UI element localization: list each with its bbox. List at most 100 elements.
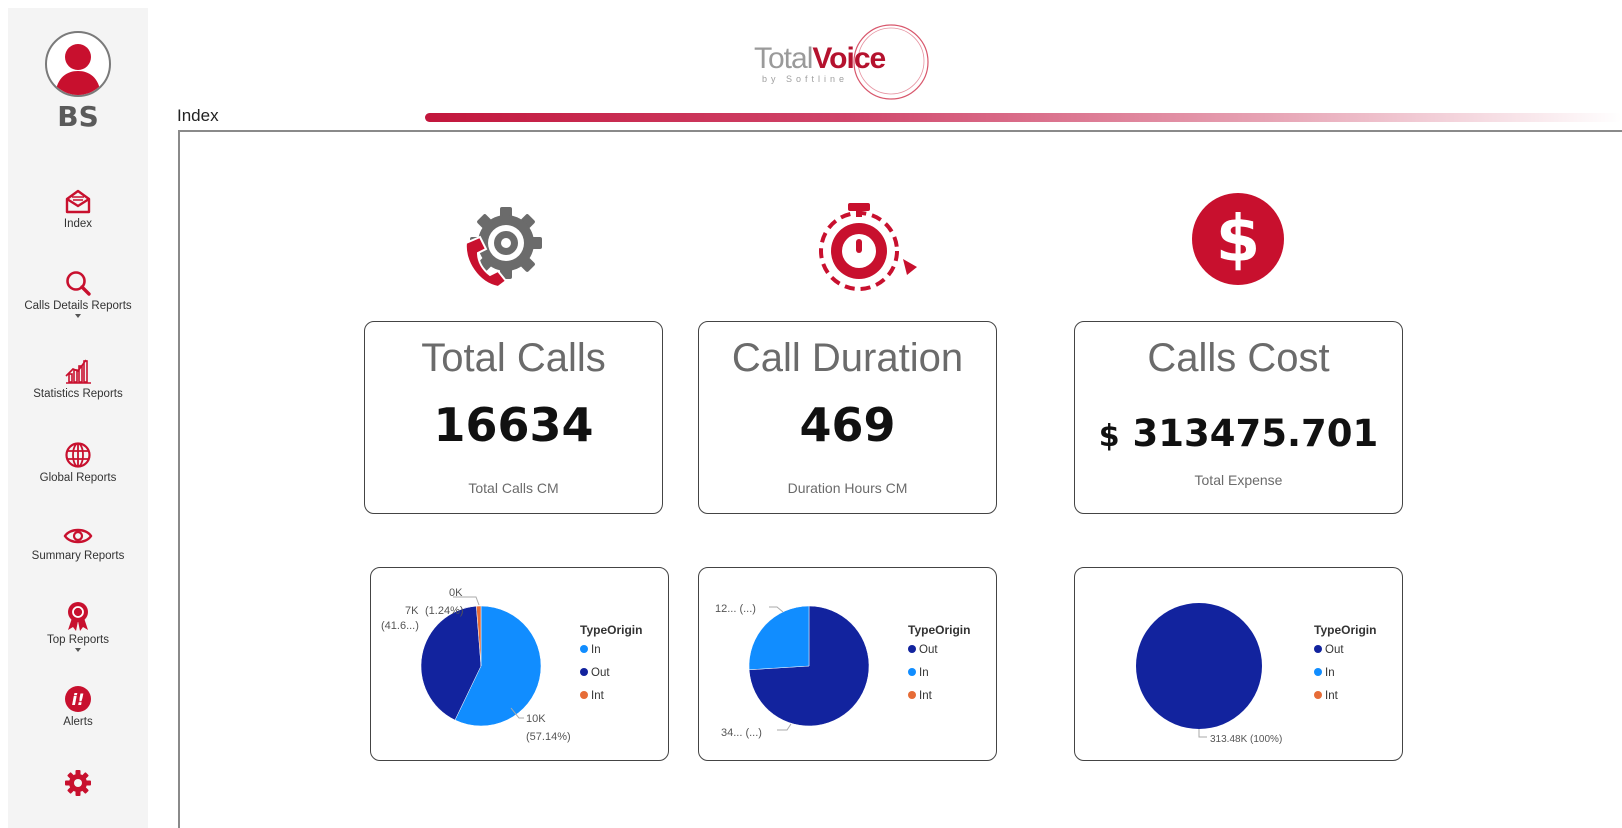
pie-data-label: (1.24%): [425, 605, 464, 617]
pie-data-label: (41.6...): [381, 620, 419, 632]
pie-data-label: 10K: [526, 713, 546, 725]
legend-item-out[interactable]: Out: [580, 666, 642, 689]
brand-logo: TotalVoice by Softline: [750, 24, 935, 100]
legend-label: Int: [1325, 690, 1338, 702]
legend-dot: [1314, 668, 1322, 676]
globe-icon: [65, 442, 91, 468]
kpi-value: $ 313475.701: [1075, 412, 1402, 455]
leader-line: [1198, 729, 1207, 738]
legend-item-int[interactable]: Int: [1314, 689, 1376, 712]
legend-dot: [908, 691, 916, 699]
legend-dot: [908, 668, 916, 676]
alert-info-icon: i!: [65, 686, 91, 712]
legend-label: In: [919, 667, 929, 679]
legend-item-int[interactable]: Int: [580, 689, 642, 712]
pie-data-label: 313.48K (100%): [1210, 734, 1282, 745]
envelope-open-icon: [65, 189, 91, 214]
legend-dot: [580, 645, 588, 653]
pie-slice-out[interactable]: [1136, 603, 1262, 729]
legend-label: In: [1325, 667, 1335, 679]
award-ribbon-icon: [68, 602, 88, 631]
chart-legend: TypeOrigin Out In Int: [908, 623, 970, 712]
eye-icon: [63, 528, 93, 544]
legend-label: Int: [591, 690, 604, 702]
user-initials: BS: [57, 100, 99, 133]
sidebar-item-label: Calls Details Reports: [24, 300, 132, 312]
chevron-down-icon: [75, 648, 81, 652]
sidebar-item-label: Index: [63, 218, 93, 230]
kpi-title: Total Calls: [421, 336, 606, 380]
sidebar-item-settings[interactable]: [8, 768, 148, 798]
pie-data-label: 7K: [405, 605, 419, 617]
sidebar-item-global-reports[interactable]: Global Reports: [8, 440, 148, 484]
legend-title: TypeOrigin: [908, 623, 971, 637]
kpi-value: 16634: [433, 398, 594, 452]
legend-item-in[interactable]: In: [1314, 666, 1376, 689]
kpi-card-calls-cost: Calls Cost $ 313475.701 Total Expense: [1074, 321, 1403, 514]
kpi-amount: 313475.701: [1132, 412, 1379, 455]
sidebar-item-calls-details-reports[interactable]: Calls Details Reports: [8, 268, 148, 318]
pie-slice-in[interactable]: [748, 605, 810, 671]
legend-item-in[interactable]: In: [580, 643, 642, 666]
magnifier-icon: [66, 271, 91, 296]
legend-label: Out: [919, 644, 938, 656]
legend-title: TypeOrigin: [1314, 623, 1377, 637]
leader-line: [769, 606, 784, 613]
sidebar-item-label: Top Reports: [46, 634, 109, 646]
bar-chart-icon: [65, 359, 91, 384]
legend-dot: [580, 691, 588, 699]
leader-line: [777, 723, 792, 731]
pie-chart-cost: 313.48K (100%) TypeOrigin Out In Int: [1074, 567, 1403, 761]
stopwatch-icon: [819, 203, 917, 291]
legend-dot: [580, 668, 588, 676]
legend-dot: [908, 645, 916, 653]
legend-label: Int: [919, 690, 932, 702]
sidebar-item-alerts[interactable]: i! Alerts: [8, 684, 148, 728]
kpi-title: Calls Cost: [1147, 336, 1330, 380]
logo-tagline: by Softline: [762, 74, 849, 84]
legend-title: TypeOrigin: [580, 623, 643, 637]
chevron-down-icon: [75, 314, 81, 318]
legend-label: Out: [1325, 644, 1344, 656]
sidebar-item-label: Global Reports: [39, 472, 117, 484]
pie-data-label: (57.14%): [526, 731, 571, 743]
kpi-subtitle: Total Calls CM: [468, 480, 559, 496]
pie-chart-calls: 0K 7K (1.24%) (41.6...) 10K (57.14%) Typ…: [370, 567, 669, 761]
legend-dot: [1314, 645, 1322, 653]
legend-dot: [1314, 691, 1322, 699]
dollar-coin-icon: $: [1192, 193, 1284, 285]
logo-text-total: Total: [754, 42, 813, 75]
gear-icon: [65, 770, 91, 796]
legend-label: Out: [591, 667, 610, 679]
kpi-title: Call Duration: [731, 336, 964, 380]
chart-legend: TypeOrigin Out In Int: [1314, 623, 1376, 712]
user-avatar[interactable]: [45, 31, 111, 97]
pie-chart-duration: 12... (...) 34... (...) TypeOrigin Out I…: [698, 567, 997, 761]
sidebar-item-statistics-reports[interactable]: Statistics Reports: [8, 356, 148, 400]
logo-text-voice: Voice: [812, 42, 886, 75]
sidebar-item-summary-reports[interactable]: Summary Reports: [8, 524, 148, 562]
chart-legend: TypeOrigin In Out Int: [580, 623, 642, 712]
legend-label: In: [591, 644, 601, 656]
sidebar-item-label: Summary Reports: [31, 550, 125, 562]
currency-symbol: $: [1098, 419, 1120, 454]
legend-item-in[interactable]: In: [908, 666, 970, 689]
sidebar-item-label: Alerts: [63, 716, 93, 728]
sidebar-item-label: Statistics Reports: [33, 388, 123, 400]
kpi-subtitle: Duration Hours CM: [787, 480, 908, 496]
legend-item-int[interactable]: Int: [908, 689, 970, 712]
pie-data-label: 12... (...): [715, 603, 756, 615]
sidebar-item-top-reports[interactable]: Top Reports: [8, 600, 148, 652]
user-avatar-icon: [55, 44, 101, 95]
pie-data-label: 0K: [449, 587, 463, 599]
kpi-card-call-duration: Call Duration 469 Duration Hours CM: [698, 321, 997, 514]
kpi-card-total-calls: Total Calls 16634 Total Calls CM: [364, 321, 663, 514]
page-title: Index: [177, 106, 219, 125]
kpi-subtitle: Total Expense: [1194, 472, 1283, 488]
sidebar-item-index[interactable]: Index: [8, 186, 148, 230]
kpi-value: 469: [799, 398, 896, 452]
svg-text:i!: i!: [72, 690, 85, 709]
pie-data-label: 34... (...): [721, 727, 762, 739]
legend-item-out[interactable]: Out: [1314, 643, 1376, 666]
legend-item-out[interactable]: Out: [908, 643, 970, 666]
